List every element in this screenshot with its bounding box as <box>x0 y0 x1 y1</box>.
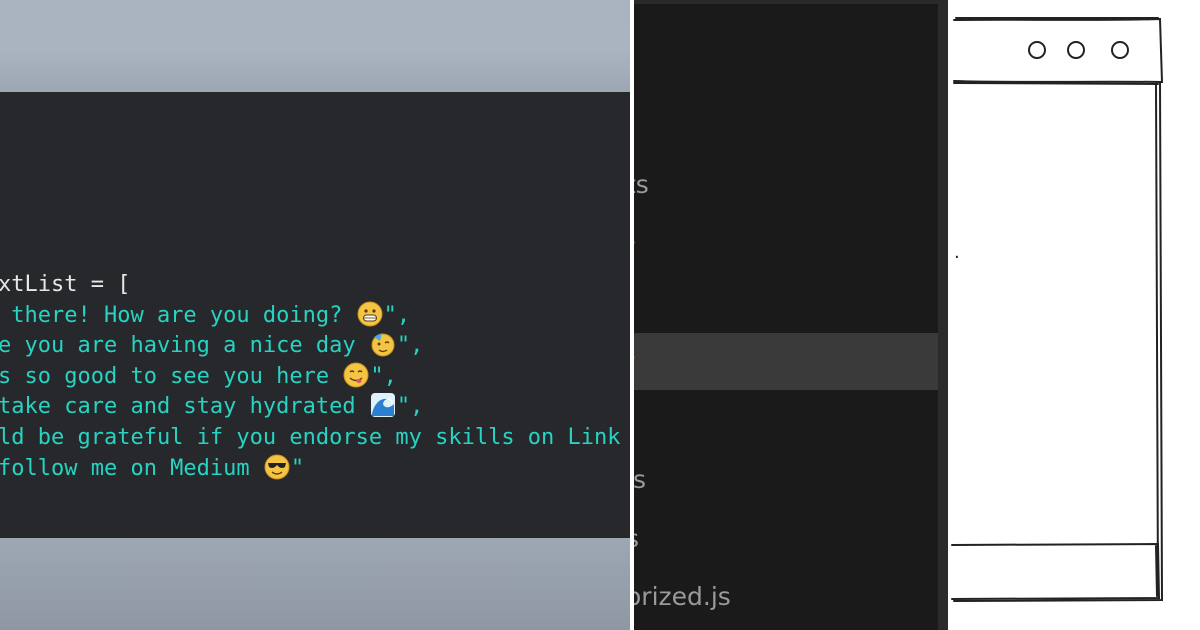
sketch-window-panel <box>948 0 1200 630</box>
circle-icon <box>1111 41 1129 59</box>
wave-emoji-icon <box>370 392 396 418</box>
code-token: take care and stay hydrated <box>0 394 369 420</box>
code-block: xtList = [ there! How are you doing? ", e… <box>0 270 621 484</box>
code-token: s so good to see you here <box>0 363 343 389</box>
explorer-header <box>634 0 938 4</box>
chevron-right-icon: › <box>634 345 637 370</box>
code-token: ", <box>396 333 424 359</box>
code-line: s so good to see you here ", <box>0 362 621 393</box>
circle-icon <box>1028 41 1046 59</box>
code-token: ", <box>370 363 397 389</box>
code-screenshot-panel: xtList = [ there! How are you doing? ", e… <box>0 0 630 630</box>
code-line: e you are having a nice day ", <box>0 331 621 362</box>
window-controls <box>1028 41 1129 59</box>
file-item[interactable]: ts <box>634 170 649 199</box>
code-token: ", <box>396 394 424 420</box>
code-line: there! How are you doing? ", <box>0 301 621 332</box>
selected-file-row[interactable]: › <box>634 333 938 390</box>
code-token: there! How are you doing? <box>0 302 356 328</box>
stray-mark: . <box>954 242 960 263</box>
code-line: xtList = [ <box>0 270 621 301</box>
sketch-window-frame <box>951 17 1164 602</box>
code-line: ld be grateful if you endorse my skills … <box>0 423 621 454</box>
party-emoji-icon <box>370 331 396 357</box>
code-line: take care and stay hydrated ", <box>0 392 621 423</box>
chevron-right-icon: › <box>634 230 637 255</box>
code-token: ld be grateful if you endorse my skills … <box>0 424 621 450</box>
code-token: follow me on Medium <box>0 455 263 481</box>
file-item[interactable]: s <box>634 524 639 553</box>
code-token: xtList = [ <box>0 272 131 297</box>
explorer-scrollbar[interactable] <box>938 0 948 630</box>
file-explorer-panel: ts › › is s orized.js <box>634 0 938 630</box>
circle-icon <box>1067 41 1085 59</box>
code-line: follow me on Medium " <box>0 454 621 485</box>
cool-emoji-icon <box>264 454 290 480</box>
file-item[interactable]: is <box>634 465 646 494</box>
code-token: e you are having a nice day <box>0 333 369 359</box>
grin-emoji-icon <box>357 301 383 327</box>
file-item[interactable]: orized.js <box>634 582 731 611</box>
yum-emoji-icon <box>343 362 369 388</box>
code-editor-card: xtList = [ there! How are you doing? ", e… <box>0 92 630 538</box>
code-token: " <box>290 455 305 481</box>
code-token: ", <box>383 302 411 328</box>
